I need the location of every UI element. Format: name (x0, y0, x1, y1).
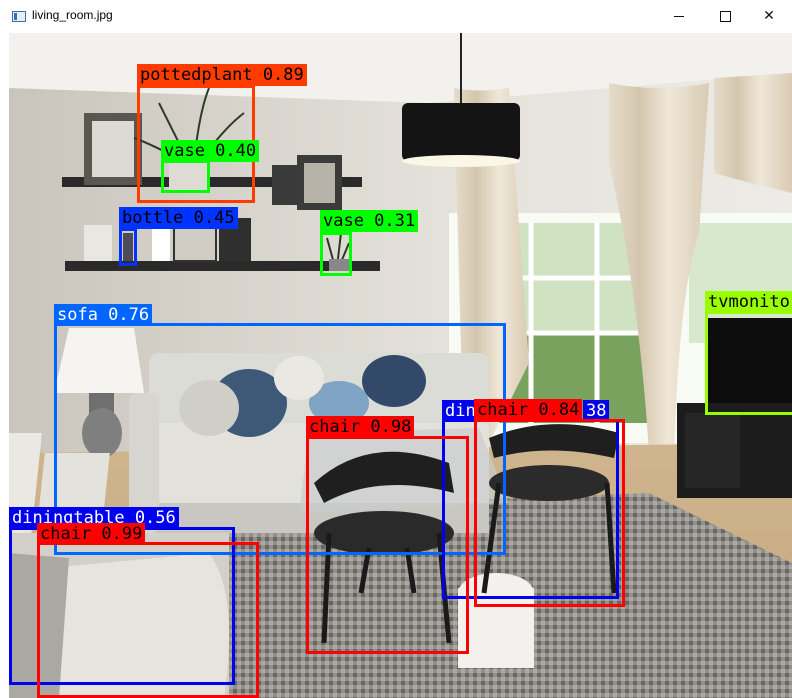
minimize-icon (674, 15, 684, 17)
close-icon: ✕ (763, 8, 775, 24)
detection-box-vase (161, 160, 210, 193)
detection-label-chair-098: chair 0.98 (306, 416, 415, 438)
detection-label-vase: vase 0.40 (161, 140, 260, 162)
detection-box-bottle (119, 228, 137, 266)
image-canvas: pottedplant 0.89 vase 0.40 bottle 0.45 v… (9, 33, 792, 698)
detection-label-tvmonitor: tvmonito (705, 291, 792, 313)
detection-label-pottedplant: pottedplant 0.89 (137, 64, 307, 86)
detection-label-chair-084: chair 0.84 (474, 399, 583, 421)
detection-box-chair-098 (306, 436, 469, 654)
detection-label-sofa: sofa 0.76 (54, 304, 153, 326)
maximize-icon (719, 10, 731, 22)
minimize-button[interactable] (656, 0, 702, 32)
close-button[interactable]: ✕ (746, 0, 792, 32)
detection-label-vase-2: vase 0.31 (320, 210, 419, 232)
detection-label-bottle: bottle 0.45 (119, 207, 238, 229)
maximize-button[interactable] (702, 0, 748, 32)
window-title: living_room.jpg (32, 8, 113, 22)
detection-box-chair-084 (474, 419, 625, 607)
detection-box-chair-099 (37, 542, 259, 698)
detection-label-chair-099: chair 0.99 (37, 523, 146, 545)
detection-box-tvmonitor (705, 311, 792, 415)
image-window-icon (12, 11, 26, 22)
window-title-bar: living_room.jpg ✕ (0, 0, 792, 32)
detection-box-vase-2 (320, 232, 352, 276)
